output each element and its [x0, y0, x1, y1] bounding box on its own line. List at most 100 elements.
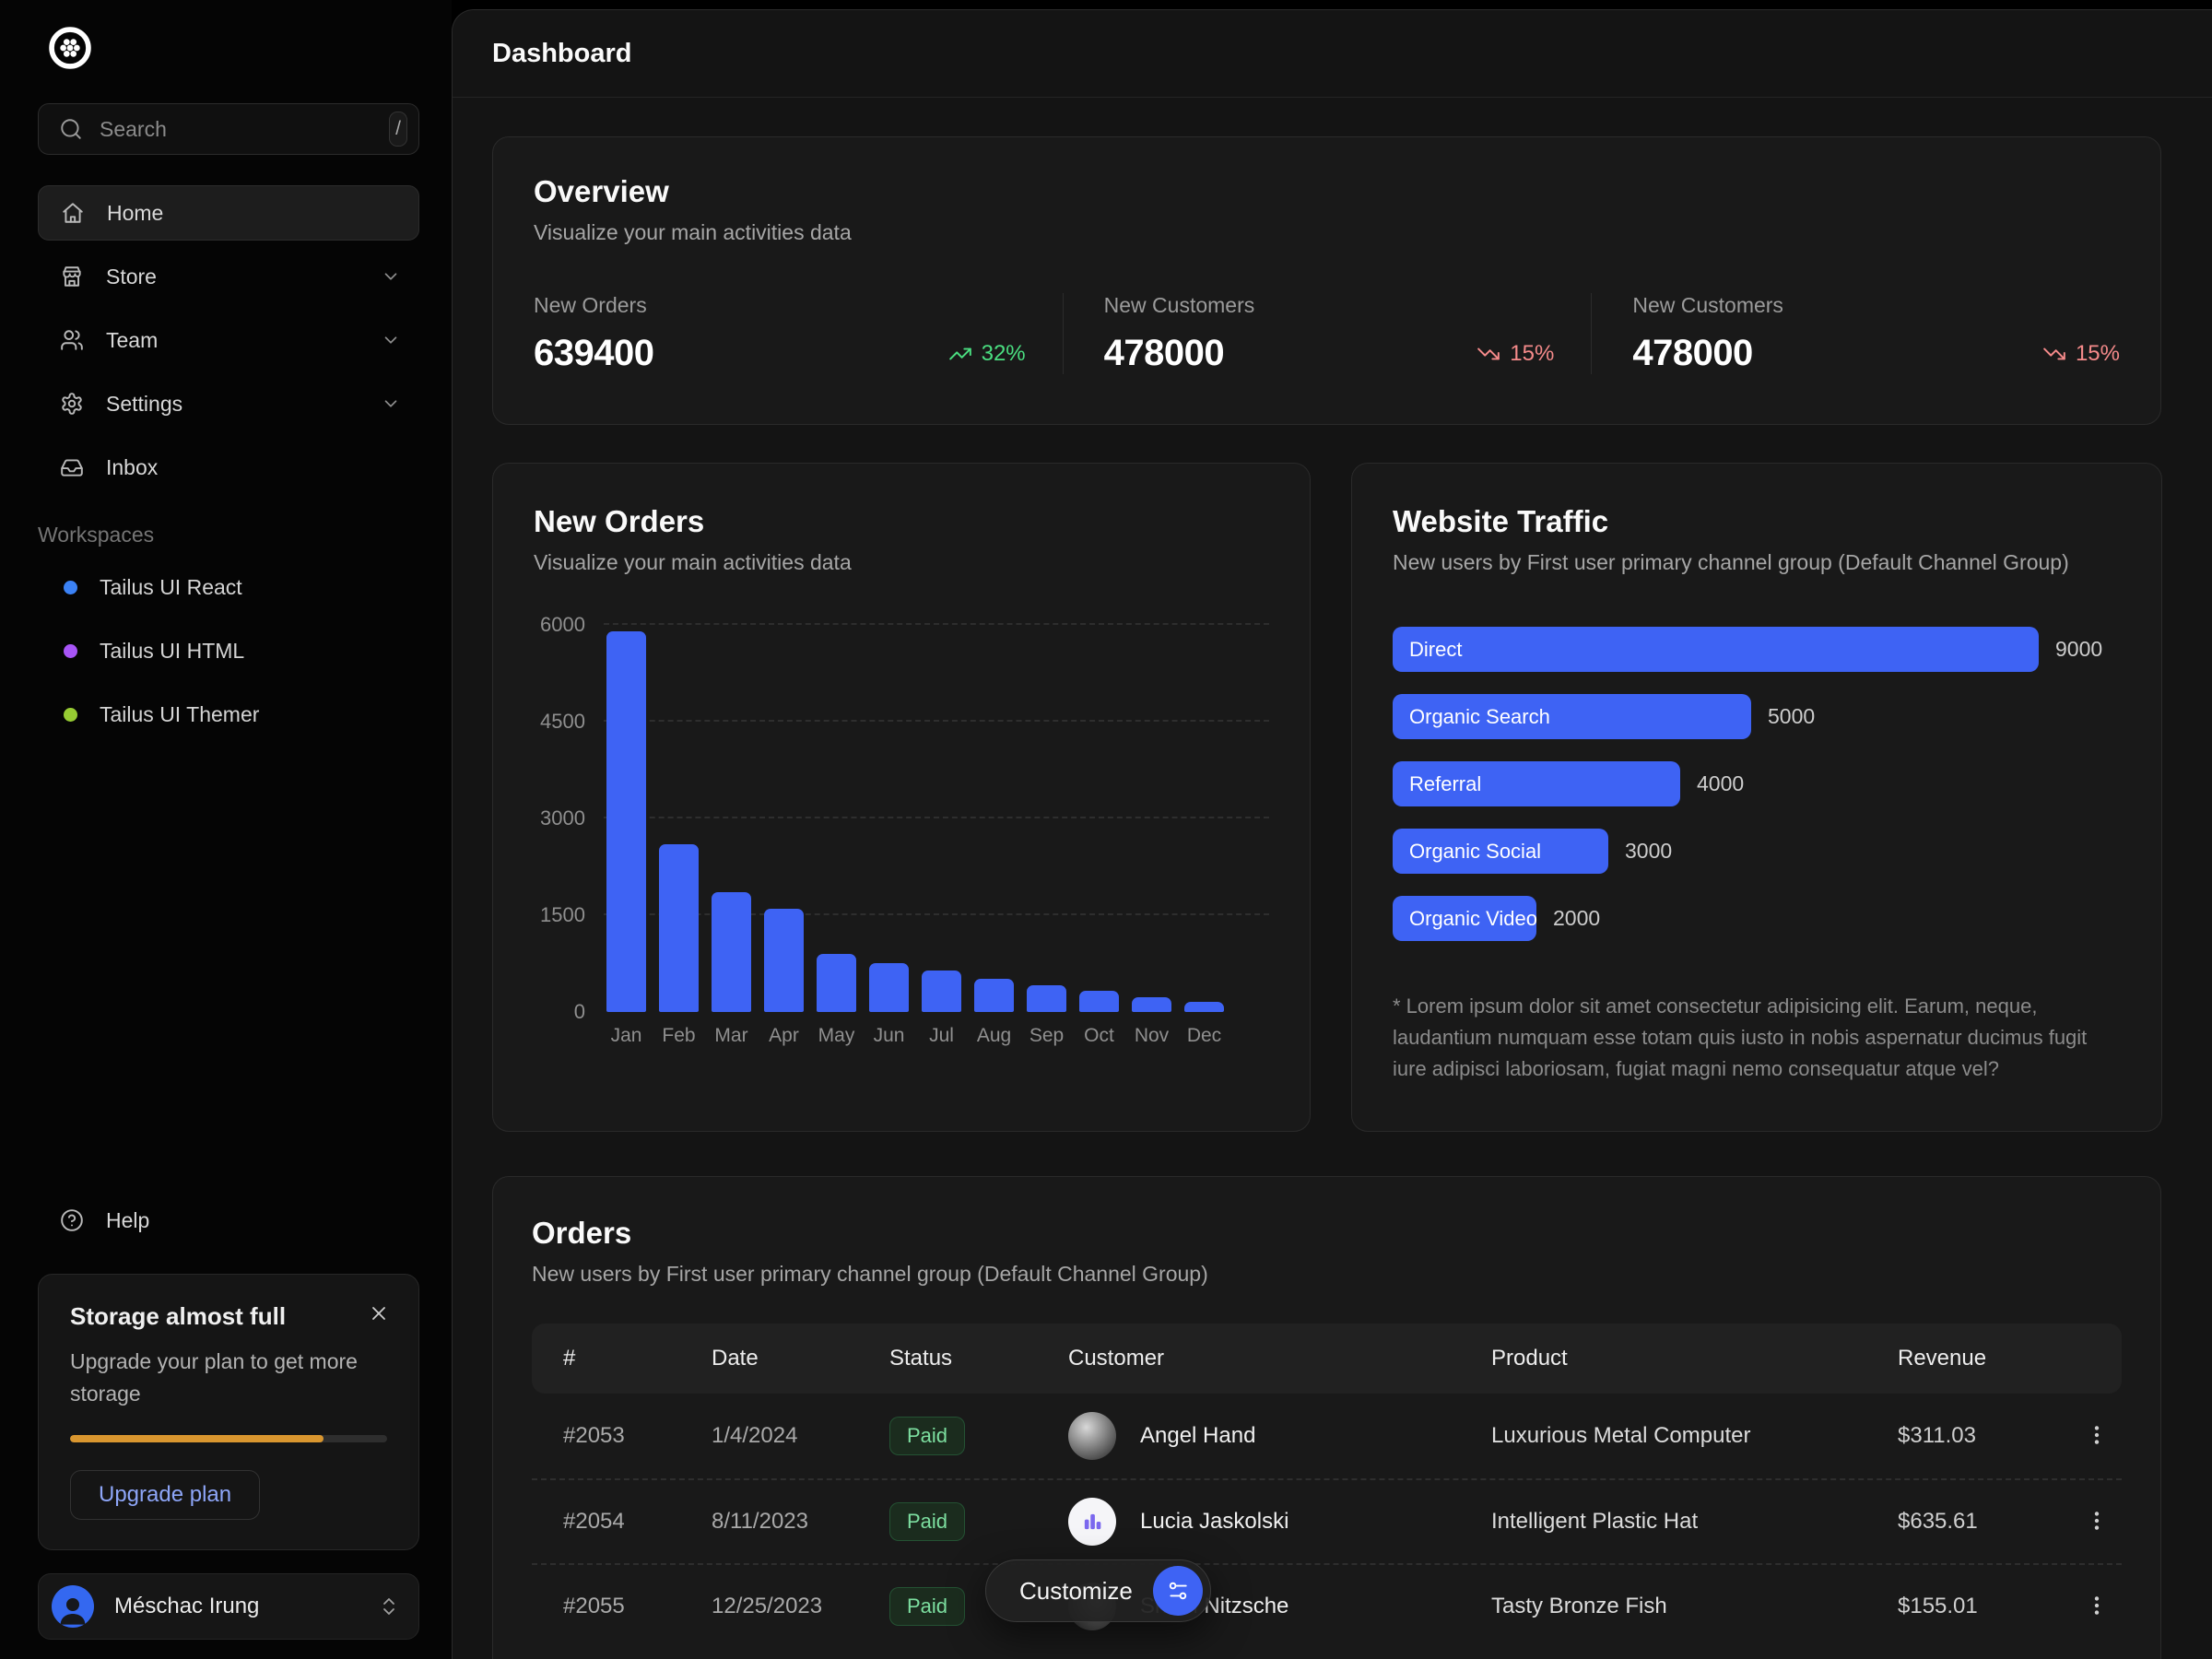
hbar-row: Organic Social3000	[1393, 829, 2121, 874]
stat-new-orders: New Orders 639400 32%	[534, 293, 1063, 374]
bar: Organic Search	[1393, 694, 1751, 739]
customer-name: Lucia Jaskolski	[1140, 1509, 1288, 1535]
hbar-row: Organic Search5000	[1393, 694, 2121, 739]
overview-title: Overview	[534, 174, 2120, 209]
bar	[606, 631, 646, 1012]
storage-progress-fill	[70, 1435, 324, 1442]
trend-badge: 32%	[948, 341, 1026, 367]
chevron-down-icon	[381, 330, 401, 350]
y-axis-labels: 60004500300015000	[534, 625, 585, 1012]
workspace-label: Tailus UI React	[100, 575, 242, 600]
sidebar-nav: Home Store Team	[38, 185, 419, 495]
settings-icon	[60, 392, 84, 416]
help-button[interactable]: Help	[38, 1198, 419, 1242]
col-header-revenue: Revenue	[1898, 1346, 2077, 1371]
bar: Direct	[1393, 627, 2039, 672]
col-header-customer: Customer	[1068, 1346, 1491, 1371]
trending-up-icon	[948, 342, 972, 366]
sidebar: / Home Store Team	[0, 0, 452, 1659]
new-orders-chart-subtitle: Visualize your main activities data	[534, 550, 1269, 575]
app-logo[interactable]	[46, 24, 419, 76]
user-menu[interactable]: Méschac Irung	[38, 1573, 419, 1640]
bar-value-label: 9000	[2055, 637, 2102, 662]
storage-description: Upgrade your plan to get more storage	[70, 1346, 374, 1409]
customer-cell: Angel Hand	[1068, 1412, 1491, 1460]
customer-name: Angel Hand	[1140, 1423, 1255, 1449]
new-orders-bar-chart: 60004500300015000 JanFebMarAprMayJunJulA…	[534, 625, 1269, 1047]
table-row[interactable]: #205512/25/2023PaidShem NitzscheTasty Br…	[532, 1563, 2122, 1648]
bar	[1027, 985, 1066, 1012]
row-menu-button[interactable]	[2077, 1586, 2117, 1627]
orders-title: Orders	[532, 1216, 2122, 1251]
sidebar-item-label: Store	[106, 265, 359, 289]
storage-title: Storage almost full	[70, 1302, 387, 1331]
upgrade-plan-button[interactable]: Upgrade plan	[70, 1470, 260, 1520]
bar-value-label: 3000	[1625, 839, 1672, 864]
sidebar-item-inbox[interactable]: Inbox	[38, 440, 419, 495]
sidebar-item-label: Team	[106, 328, 359, 353]
table-row[interactable]: #20548/11/2023PaidLucia JaskolskiIntelli…	[532, 1478, 2122, 1563]
search-input[interactable]	[100, 117, 372, 142]
row-menu-button[interactable]	[2077, 1501, 2117, 1542]
storage-alert-card: Storage almost full Upgrade your plan to…	[38, 1274, 419, 1550]
search-box[interactable]: /	[38, 103, 419, 155]
new-orders-chart-title: New Orders	[534, 504, 1269, 539]
status-badge: Paid	[889, 1502, 965, 1541]
table-header-row: # Date Status Customer Product Revenue	[532, 1324, 2122, 1394]
orders-table: # Date Status Customer Product Revenue #…	[532, 1324, 2122, 1648]
home-icon	[61, 201, 85, 225]
bar	[1079, 991, 1119, 1012]
flower-dots-logo-icon	[46, 24, 94, 72]
website-traffic-card: Website Traffic New users by First user …	[1351, 463, 2162, 1132]
page-title: Dashboard	[492, 39, 631, 69]
workspaces-list: Tailus UI React Tailus UI HTML Tailus UI…	[38, 566, 419, 735]
trend-badge: 15%	[1477, 341, 1554, 367]
website-traffic-bar-chart: Direct9000Organic Search5000Referral4000…	[1393, 627, 2121, 941]
main-header: Dashboard	[453, 10, 2212, 98]
workspaces-heading: Workspaces	[38, 523, 419, 547]
search-icon	[59, 117, 83, 141]
bar: Referral	[1393, 761, 1680, 806]
stat-value: 639400	[534, 333, 653, 374]
workspace-item-html[interactable]: Tailus UI HTML	[38, 629, 419, 672]
workspace-item-react[interactable]: Tailus UI React	[38, 566, 419, 608]
status-badge: Paid	[889, 1587, 965, 1626]
website-traffic-subtitle: New users by First user primary channel …	[1393, 550, 2121, 575]
workspace-dot-purple	[64, 644, 77, 658]
main-content: Overview Visualize your main activities …	[453, 98, 2212, 1659]
trending-down-icon	[2042, 342, 2066, 366]
inbox-icon	[60, 455, 84, 479]
hbar-row: Organic Video2000	[1393, 896, 2121, 941]
customer-cell: Lucia Jaskolski	[1068, 1498, 1491, 1546]
sliders-icon	[1153, 1566, 1203, 1616]
sidebar-item-team[interactable]: Team	[38, 312, 419, 368]
customize-label: Customize	[1019, 1577, 1133, 1606]
workspace-label: Tailus UI Themer	[100, 702, 259, 727]
orders-table-body: #20531/4/2024PaidAngel HandLuxurious Met…	[532, 1394, 2122, 1648]
user-name: Méschac Irung	[114, 1594, 358, 1619]
sidebar-item-store[interactable]: Store	[38, 249, 419, 304]
workspace-dot-blue	[64, 581, 77, 594]
row-menu-button[interactable]	[2077, 1416, 2117, 1456]
search-shortcut-kbd: /	[389, 112, 407, 147]
sidebar-item-home[interactable]: Home	[38, 185, 419, 241]
bar	[712, 892, 751, 1012]
chevrons-up-down-icon	[378, 1595, 400, 1618]
col-header-date: Date	[712, 1346, 889, 1371]
bar	[974, 979, 1014, 1012]
bar	[817, 954, 856, 1012]
col-header-status: Status	[889, 1346, 1068, 1371]
stat-value: 478000	[1632, 333, 1752, 374]
bar	[764, 909, 804, 1012]
close-icon[interactable]	[363, 1299, 394, 1330]
sidebar-item-settings[interactable]: Settings	[38, 376, 419, 431]
workspace-item-themer[interactable]: Tailus UI Themer	[38, 693, 419, 735]
avatar	[1068, 1412, 1116, 1460]
stat-new-customers-1: New Customers 478000 15%	[1063, 293, 1592, 374]
customize-button[interactable]: Customize	[985, 1559, 1211, 1622]
trending-down-icon	[1477, 342, 1500, 366]
workspace-dot-lime	[64, 708, 77, 722]
trend-badge: 15%	[2042, 341, 2120, 367]
table-row[interactable]: #20531/4/2024PaidAngel HandLuxurious Met…	[532, 1394, 2122, 1478]
status-badge: Paid	[889, 1417, 965, 1455]
